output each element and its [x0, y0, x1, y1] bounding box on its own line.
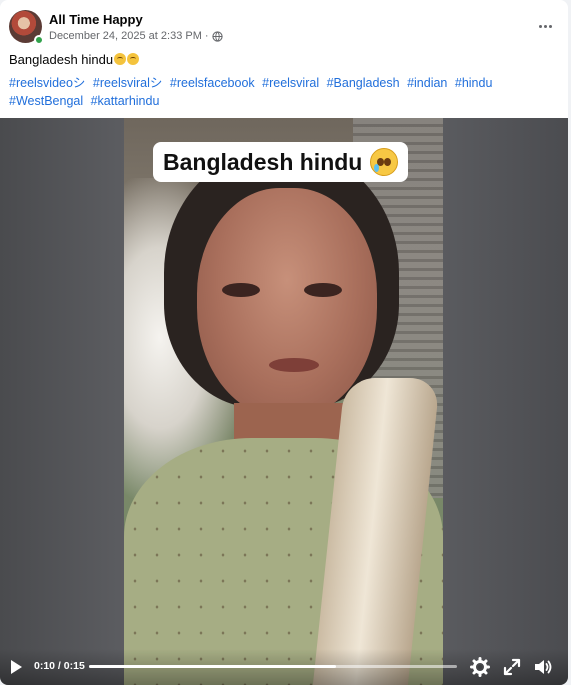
post-meta: December 24, 2025 at 2:33 PM ·	[49, 30, 223, 42]
fullscreen-icon[interactable]	[502, 657, 522, 677]
online-status-dot	[34, 35, 44, 45]
person-face	[197, 188, 377, 418]
video-frame[interactable]: Bangladesh hindu	[124, 118, 443, 685]
person-mouth	[269, 358, 319, 372]
post-header: All Time Happy December 24, 2025 at 2:33…	[9, 10, 559, 46]
video-controls: 0:10 / 0:15	[0, 649, 568, 685]
time-readout: 0:10 / 0:15	[34, 660, 85, 672]
hashtag-link[interactable]: #indian	[407, 76, 447, 90]
overlay-text: Bangladesh hindu	[163, 148, 363, 175]
current-time: 0:10	[34, 660, 56, 672]
hashtag-link[interactable]: #Bangladesh	[327, 76, 400, 90]
hashtag-link[interactable]: #reelsviral	[262, 76, 319, 90]
author-avatar[interactable]	[9, 10, 44, 45]
hashtag-link[interactable]: #kattarhindu	[91, 94, 160, 108]
person-eye	[304, 283, 342, 297]
person-eye	[222, 283, 260, 297]
progress-bar[interactable]	[89, 665, 457, 668]
hashtag-link[interactable]: #reelsfacebook	[170, 76, 255, 90]
gear-icon[interactable]	[470, 657, 490, 677]
hashtag-link[interactable]: #WestBengal	[9, 94, 83, 108]
globe-icon	[211, 30, 223, 42]
teary-face-emoji	[370, 148, 399, 176]
hashtag-link[interactable]: #reelsvideoシ	[9, 76, 85, 90]
author-name[interactable]: All Time Happy	[49, 12, 143, 27]
video-overlay-title: Bangladesh hindu	[153, 142, 409, 182]
duration: 0:15	[63, 660, 85, 672]
caption-text: Bangladesh hindu	[9, 52, 114, 67]
post-timestamp[interactable]: December 24, 2025 at 2:33 PM	[49, 30, 202, 42]
video-player[interactable]: Bangladesh hindu 0:10 / 0:15	[0, 118, 568, 685]
hashtag-link[interactable]: #reelsviralシ	[93, 76, 162, 90]
hashtag-list: #reelsvideoシ #reelsviralシ #reelsfacebook…	[9, 74, 561, 110]
more-options-icon[interactable]	[531, 16, 559, 36]
volume-icon[interactable]	[533, 657, 553, 677]
post-caption: Bangladesh hindu	[9, 52, 140, 67]
teary-face-emoji	[114, 53, 127, 65]
progress-fill	[89, 665, 336, 668]
facebook-post: All Time Happy December 24, 2025 at 2:33…	[0, 0, 568, 685]
teary-face-emoji	[127, 53, 140, 65]
play-icon[interactable]	[11, 660, 23, 674]
hashtag-link[interactable]: #hindu	[455, 76, 493, 90]
meta-separator: ·	[204, 30, 209, 42]
